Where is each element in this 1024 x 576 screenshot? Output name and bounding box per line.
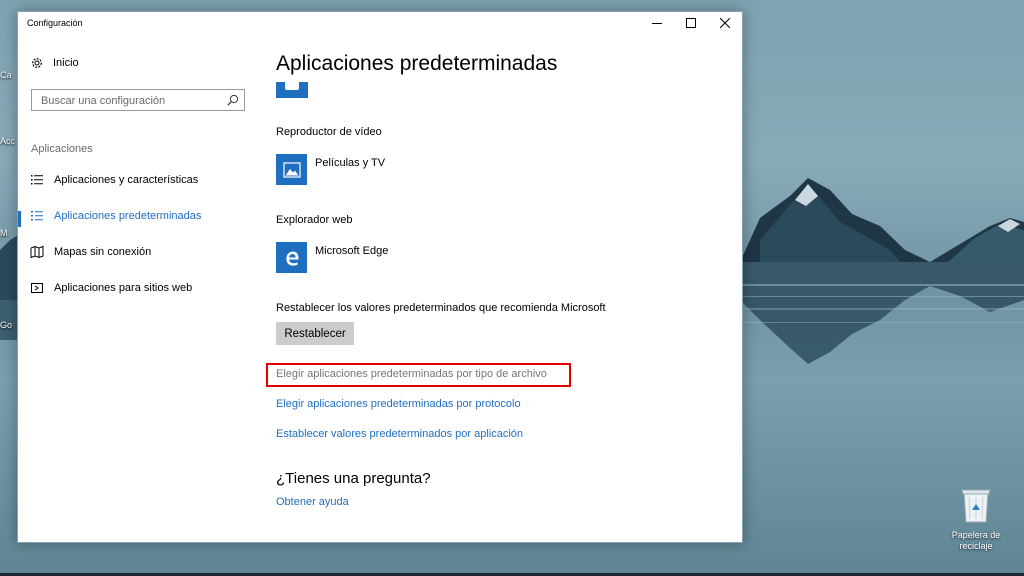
sidebar-item-apps-features[interactable]: Aplicaciones y características: [18, 162, 248, 198]
main-content: Aplicaciones predeterminadas Reproductor…: [266, 12, 716, 542]
window-title: Configuración: [27, 18, 83, 28]
question-heading: ¿Tienes una pregunta?: [276, 470, 431, 487]
edge-icon: [285, 251, 298, 266]
reset-label: Restablecer los valores predeterminados …: [276, 302, 606, 314]
settings-window: Configuración Inicio Aplicaciones: [17, 11, 743, 543]
gear-icon: [32, 58, 42, 68]
default-apps-icon: [31, 211, 43, 221]
search-icon[interactable]: [227, 94, 239, 106]
search-box[interactable]: [31, 89, 245, 111]
scrolled-app-tile[interactable]: [276, 82, 308, 98]
highlight-annotation: [266, 363, 571, 387]
reset-button[interactable]: Restablecer: [276, 322, 354, 345]
video-player-app-name: Películas y TV: [315, 157, 386, 169]
video-player-app-button[interactable]: Películas y TV: [276, 154, 385, 185]
get-help-link[interactable]: Obtener ayuda: [276, 496, 349, 508]
desktop-icon-label[interactable]: Acc: [0, 136, 15, 146]
desktop-icon-label[interactable]: Ca: [0, 70, 12, 80]
web-app-icon: [31, 283, 43, 293]
recycle-bin-icon: [961, 489, 991, 523]
close-icon: [720, 18, 730, 28]
link-choose-by-protocol[interactable]: Elegir aplicaciones predeterminadas por …: [276, 398, 521, 410]
page-title: Aplicaciones predeterminadas: [276, 52, 558, 75]
search-input[interactable]: [39, 91, 223, 111]
map-icon: [30, 245, 44, 259]
link-set-defaults-by-app[interactable]: Establecer valores predeterminados por a…: [276, 428, 523, 440]
sidebar-item-default-apps[interactable]: Aplicaciones predeterminadas: [18, 198, 248, 234]
sidebar-item-label: Aplicaciones y características: [54, 174, 199, 186]
desktop-icon-label[interactable]: M: [0, 228, 8, 238]
video-player-label: Reproductor de vídeo: [276, 126, 382, 138]
sidebar-item-offline-maps[interactable]: Mapas sin conexión: [18, 234, 248, 270]
section-label: Aplicaciones: [31, 143, 93, 155]
home-label: Inicio: [53, 57, 79, 69]
desktop-icon-label[interactable]: Go: [0, 320, 12, 330]
movies-tv-icon: [282, 161, 301, 178]
sidebar-item-label: Aplicaciones predeterminadas: [54, 210, 202, 222]
list-icon: [31, 175, 43, 185]
home-nav[interactable]: Inicio: [30, 56, 79, 70]
sidebar-item-label: Mapas sin conexión: [54, 246, 152, 258]
sidebar-item-apps-websites[interactable]: Aplicaciones para sitios web: [18, 270, 248, 306]
web-browser-app-name: Microsoft Edge: [315, 245, 389, 257]
web-browser-app-button[interactable]: Microsoft Edge: [276, 242, 388, 273]
recycle-bin-desktop-icon[interactable]: Papelera de reciclaje: [944, 488, 1008, 552]
recycle-bin-label: Papelera de reciclaje: [951, 530, 1001, 551]
web-browser-label: Explorador web: [276, 214, 353, 226]
sidebar-item-label: Aplicaciones para sitios web: [54, 282, 193, 294]
